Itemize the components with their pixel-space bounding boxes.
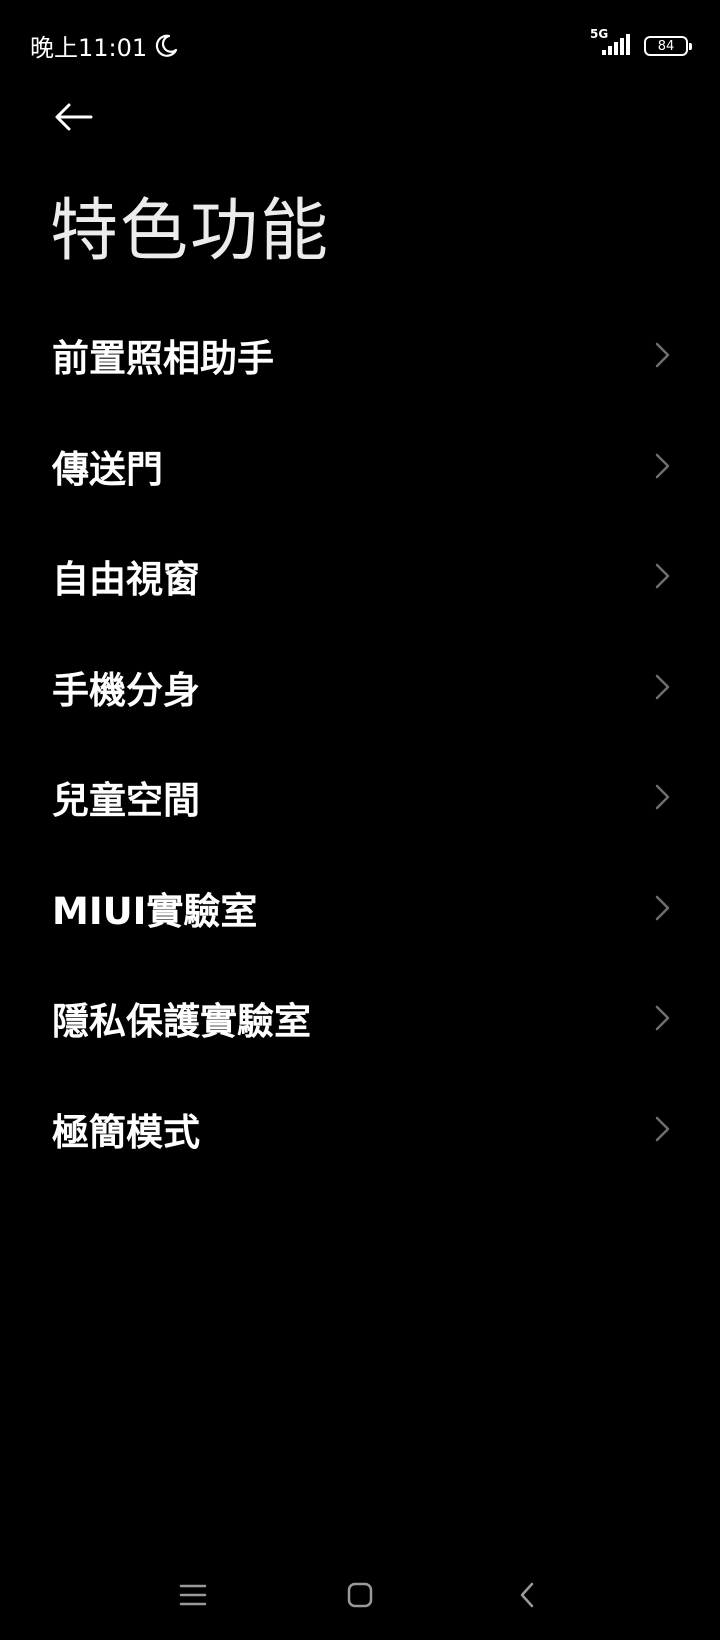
chevron-right-icon (655, 785, 670, 810)
page-title: 特色功能 (50, 192, 331, 271)
status-right: 5G 84 (590, 27, 692, 56)
menu-item-label: 隱私保護實驗室 (52, 1000, 311, 1044)
menu-item-miui-lab[interactable]: MIUI實驗室 (0, 853, 720, 964)
chevron-right-icon (655, 1116, 670, 1141)
back-icon (520, 1582, 534, 1608)
menu-item-second-space[interactable]: 手機分身 (0, 632, 720, 743)
nav-back-button[interactable] (502, 1570, 552, 1620)
chevron-right-icon (655, 1006, 670, 1031)
menu-item-front-camera-assistant[interactable]: 前置照相助手 (0, 300, 720, 411)
recent-apps-button[interactable] (168, 1570, 218, 1620)
menu-item-portal[interactable]: 傳送門 (0, 411, 720, 522)
menu-item-floating-window[interactable]: 自由視窗 (0, 521, 720, 632)
back-button[interactable] (48, 92, 98, 142)
home-button[interactable] (335, 1570, 385, 1620)
menu-list: 前置照相助手 傳送門 自由視窗 手機分身 兒童空間 MIUI實驗室 隱私保護實驗… (0, 300, 720, 1184)
battery-level: 84 (657, 38, 675, 54)
menu-item-label: 自由視窗 (52, 558, 200, 602)
moon-icon (156, 34, 178, 57)
menu-item-label: MIUI實驗室 (52, 889, 258, 933)
recent-apps-icon (179, 1584, 207, 1606)
menu-item-label: 前置照相助手 (52, 337, 274, 381)
status-left: 晚上11:01 (30, 28, 179, 63)
chevron-right-icon (655, 343, 670, 368)
menu-item-privacy-lab[interactable]: 隱私保護實驗室 (0, 963, 720, 1074)
back-arrow-icon (55, 103, 93, 131)
chevron-right-icon (655, 674, 670, 699)
chevron-right-icon (655, 895, 670, 920)
status-time: 晚上11:01 (30, 34, 148, 62)
chevron-right-icon (655, 453, 670, 478)
menu-item-label: 手機分身 (52, 668, 200, 712)
menu-item-label: 傳送門 (52, 447, 163, 491)
chevron-right-icon (655, 564, 670, 589)
menu-item-kids-space[interactable]: 兒童空間 (0, 742, 720, 853)
battery-icon: 84 (644, 36, 692, 56)
menu-item-label: 兒童空間 (52, 779, 200, 823)
home-icon (347, 1582, 373, 1608)
status-bar: 晚上11:01 5G 84 (0, 0, 720, 90)
signal-icon: 5G (590, 27, 634, 56)
menu-item-label: 極簡模式 (52, 1110, 200, 1154)
navigation-bar (0, 1550, 720, 1640)
menu-item-minimal-mode[interactable]: 極簡模式 (0, 1074, 720, 1185)
